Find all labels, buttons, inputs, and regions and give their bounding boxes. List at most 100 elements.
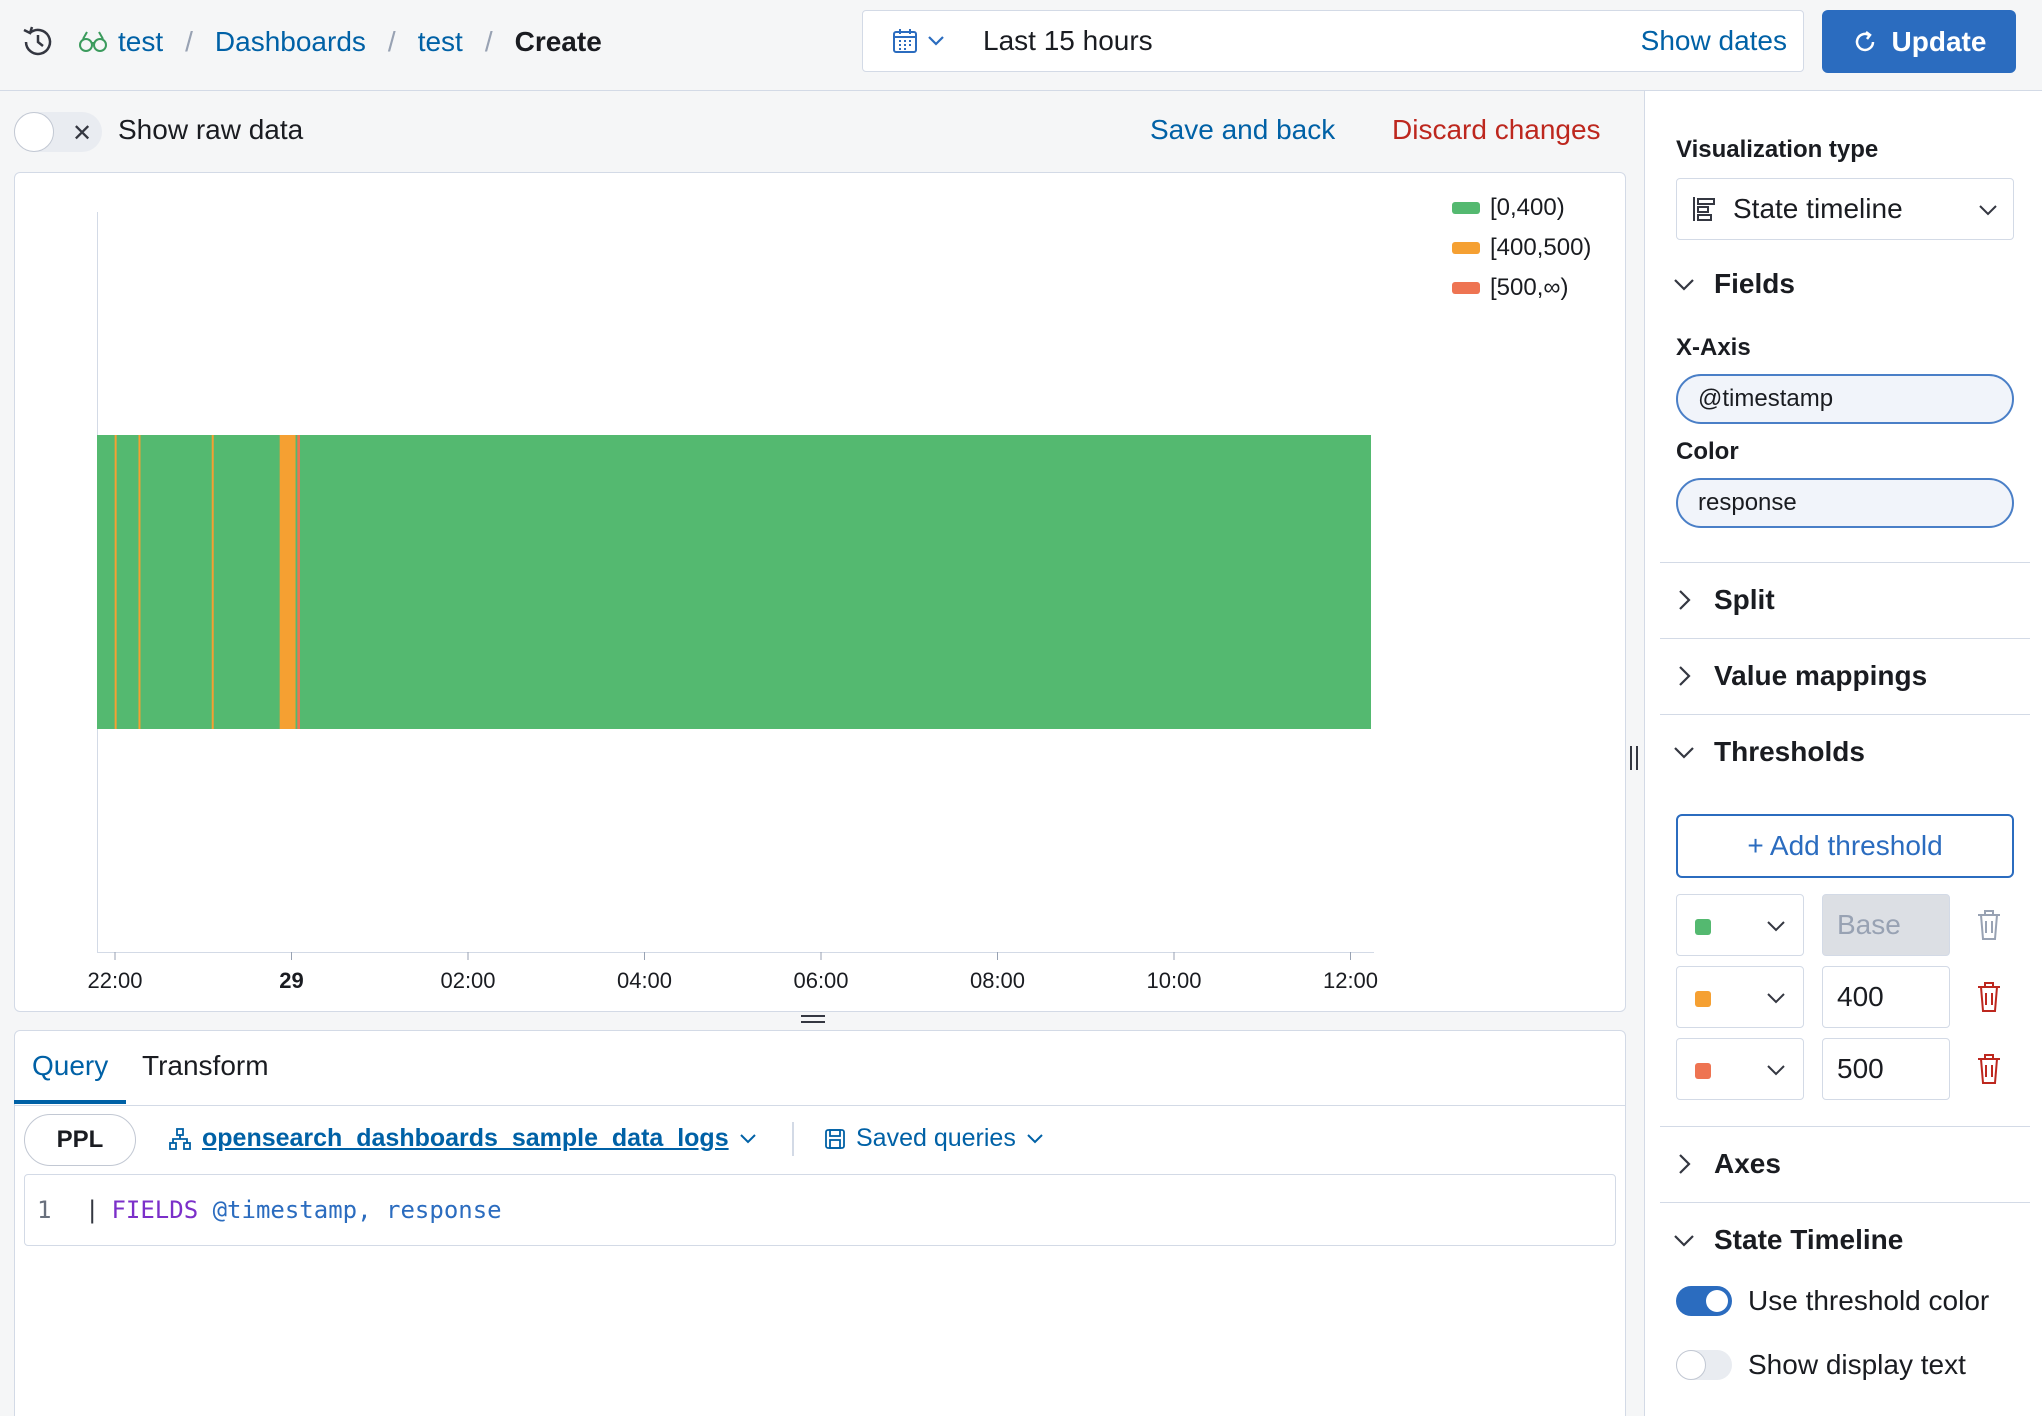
update-button-label: Update xyxy=(1891,25,1987,57)
x-axis-field[interactable]: @timestamp xyxy=(1676,374,2014,424)
section-divider xyxy=(1660,562,2030,563)
show-display-text-toggle[interactable] xyxy=(1676,1350,1732,1380)
section-axes-title: Axes xyxy=(1714,1148,1781,1179)
chevron-down-icon xyxy=(1767,993,1785,1004)
breadcrumb-test[interactable]: test xyxy=(118,26,163,58)
date-picker: Last 15 hours Show dates xyxy=(862,10,1804,72)
tab-transform[interactable]: Transform xyxy=(142,1050,269,1082)
legend-swatch xyxy=(1452,202,1480,214)
chevron-right-icon xyxy=(1679,666,1691,686)
query-field-response: response xyxy=(386,1196,502,1224)
trash-icon[interactable] xyxy=(1974,980,2004,1014)
color-swatch xyxy=(1695,991,1711,1007)
breadcrumb-separator: / xyxy=(484,26,493,57)
use-threshold-color-label: Use threshold color xyxy=(1748,1285,1990,1316)
state-timeline-chart: 22:00 29 02:00 04:00 06:00 08:00 10:00 12:00 xyxy=(87,212,1378,993)
section-split-header[interactable]: Split xyxy=(1672,584,1775,616)
date-range-text[interactable]: Last 15 hours xyxy=(973,25,1641,57)
add-threshold-button[interactable]: + Add threshold xyxy=(1676,814,2014,878)
section-split-title: Split xyxy=(1714,584,1775,615)
breadcrumb-separator: / xyxy=(185,26,193,57)
toolbar-divider xyxy=(792,1122,794,1156)
query-field-timestamp: @timestamp, xyxy=(212,1196,372,1224)
breadcrumb-separator: / xyxy=(387,26,396,57)
toggle-knob xyxy=(1676,1350,1706,1380)
legend-item[interactable]: [400,500) xyxy=(1452,228,1591,268)
chevron-right-icon xyxy=(1679,590,1691,610)
x-tick-label: 22:00 xyxy=(87,968,142,993)
legend-item[interactable]: [500,∞) xyxy=(1452,268,1591,308)
saved-queries-label: Saved queries xyxy=(856,1124,1016,1152)
chevron-down-icon xyxy=(928,36,944,46)
refresh-icon xyxy=(1855,30,1874,51)
sitemap-icon xyxy=(169,1127,191,1150)
viz-type-label: Visualization type xyxy=(1676,136,1879,163)
state-segment[interactable] xyxy=(297,435,300,729)
threshold-value-base: Base xyxy=(1822,894,1950,956)
x-axis-label: X-Axis xyxy=(1676,334,1751,361)
breadcrumb-create: Create xyxy=(514,26,602,57)
state-segment[interactable] xyxy=(279,435,296,729)
saved-queries-button[interactable]: Saved queries xyxy=(824,1124,1044,1153)
update-button[interactable]: Update xyxy=(1822,10,2016,73)
section-state-timeline-title: State Timeline xyxy=(1714,1224,1904,1255)
section-fields-header[interactable]: Fields xyxy=(1672,268,1795,300)
calendar-icon xyxy=(893,29,917,53)
section-thresholds-header[interactable]: Thresholds xyxy=(1672,736,1865,768)
section-fields-title: Fields xyxy=(1714,268,1795,299)
query-pipe: | xyxy=(85,1196,100,1224)
x-tick-label: 12:00 xyxy=(1323,968,1378,993)
language-selector[interactable]: PPL xyxy=(24,1114,136,1166)
chevron-down-icon xyxy=(1979,205,1997,216)
breadcrumb-test-dashboard[interactable]: test xyxy=(418,26,463,58)
chevron-down-icon xyxy=(1674,747,1694,759)
active-tab-indicator xyxy=(14,1100,126,1104)
x-tick-label: 02:00 xyxy=(440,968,495,993)
viz-type-select[interactable]: State timeline xyxy=(1676,178,2014,240)
toggle-knob xyxy=(1706,1290,1728,1312)
horizontal-resize-handle[interactable] xyxy=(800,1012,826,1026)
legend-swatch xyxy=(1452,242,1480,254)
chevron-down-icon xyxy=(1027,1133,1043,1143)
history-icon[interactable] xyxy=(20,24,56,60)
section-divider xyxy=(1660,1126,2030,1127)
state-segment[interactable] xyxy=(138,435,141,729)
datasource-selector[interactable]: opensearch_dashboards_sample_data_logs xyxy=(168,1124,757,1153)
color-field[interactable]: response xyxy=(1676,478,2014,528)
state-segment[interactable] xyxy=(114,435,117,729)
threshold-color-select-500[interactable] xyxy=(1676,1038,1804,1100)
legend-label: [0,400) xyxy=(1490,194,1565,221)
chevron-right-icon xyxy=(1679,1154,1691,1174)
vertical-resize-handle[interactable] xyxy=(1628,745,1640,771)
query-editor[interactable]: 1 | FIELDS @timestamp, response xyxy=(24,1174,1616,1246)
close-icon: ✕ xyxy=(72,120,93,147)
legend-item[interactable]: [0,400) xyxy=(1452,188,1591,228)
threshold-color-select-base[interactable] xyxy=(1676,894,1804,956)
breadcrumb-dashboards[interactable]: Dashboards xyxy=(215,26,366,58)
legend-label: [500,∞) xyxy=(1490,274,1569,301)
tab-query[interactable]: Query xyxy=(32,1050,108,1082)
state-segment[interactable] xyxy=(211,435,214,729)
toggle-knob xyxy=(14,112,54,152)
section-axes-header[interactable]: Axes xyxy=(1672,1148,1781,1180)
section-value-mappings-header[interactable]: Value mappings xyxy=(1672,660,1927,692)
threshold-color-select-400[interactable] xyxy=(1676,966,1804,1028)
legend-label: [400,500) xyxy=(1490,234,1592,261)
show-dates-link[interactable]: Show dates xyxy=(1641,25,1803,57)
color-label: Color xyxy=(1676,438,1739,465)
threshold-value-500[interactable]: 500 xyxy=(1822,1038,1950,1100)
save-and-back-button[interactable]: Save and back xyxy=(1150,114,1335,146)
section-state-timeline-header[interactable]: State Timeline xyxy=(1672,1224,1903,1256)
discard-changes-button[interactable]: Discard changes xyxy=(1392,114,1601,146)
trash-icon[interactable] xyxy=(1974,1052,2004,1086)
query-keyword: FIELDS xyxy=(111,1196,199,1224)
viz-type-value: State timeline xyxy=(1733,193,1903,224)
x-tick-label: 29 xyxy=(279,968,303,993)
quick-select-button[interactable] xyxy=(863,11,973,71)
use-threshold-color-toggle[interactable] xyxy=(1676,1286,1732,1316)
datasource-label: opensearch_dashboards_sample_data_logs xyxy=(202,1124,729,1152)
threshold-value-400[interactable]: 400 xyxy=(1822,966,1950,1028)
chevron-down-icon xyxy=(1674,1235,1694,1247)
section-thresholds-title: Thresholds xyxy=(1714,736,1865,767)
show-raw-data-toggle[interactable]: ✕ xyxy=(14,112,102,152)
